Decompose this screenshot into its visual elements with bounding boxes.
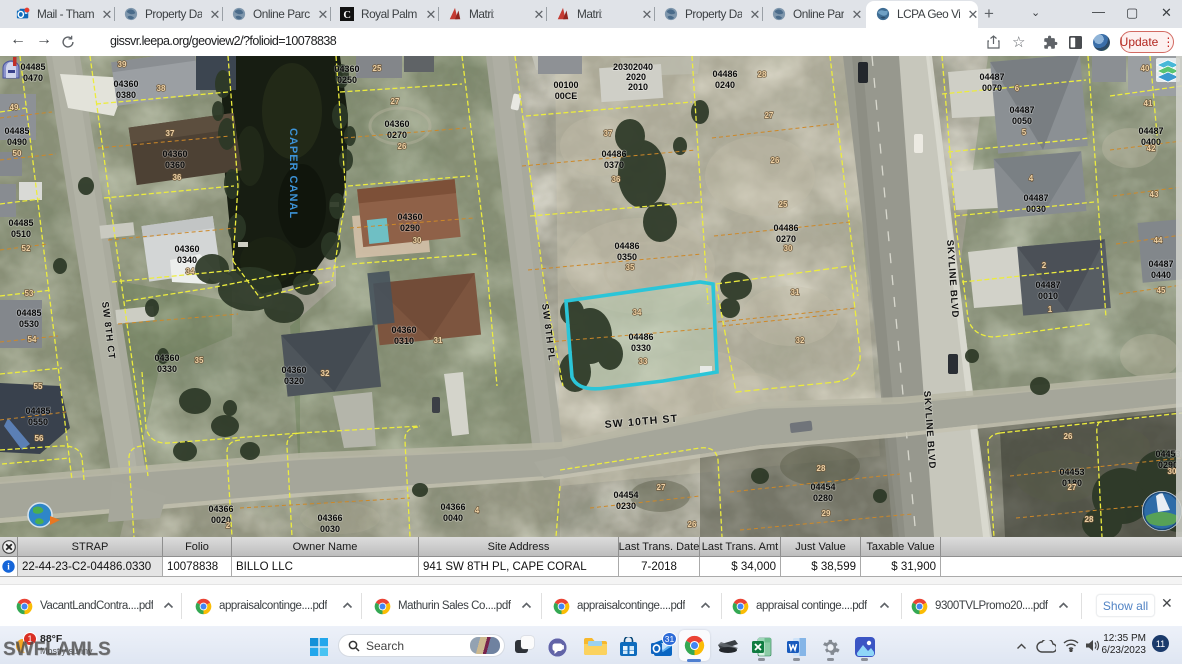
svg-text:044870030: 044870030 — [1023, 193, 1048, 214]
svg-text:28: 28 — [758, 70, 767, 79]
svg-text:2: 2 — [1042, 261, 1047, 270]
svg-text:34: 34 — [633, 308, 642, 317]
svg-text:55: 55 — [34, 382, 43, 391]
svg-text:36: 36 — [612, 175, 621, 184]
svg-text:043660040: 043660040 — [440, 502, 465, 523]
svg-text:4: 4 — [475, 506, 480, 515]
svg-text:27: 27 — [765, 111, 774, 120]
svg-text:45: 45 — [1157, 286, 1166, 295]
svg-text:044870440: 044870440 — [1148, 259, 1173, 280]
svg-text:044860350: 044860350 — [614, 241, 639, 262]
svg-text:49: 49 — [10, 103, 19, 112]
svg-text:043600340: 043600340 — [174, 244, 199, 265]
svg-text:29: 29 — [822, 509, 831, 518]
svg-text:044540230: 044540230 — [613, 490, 638, 511]
svg-text:41: 41 — [1144, 99, 1153, 108]
svg-text:C: C — [343, 10, 350, 21]
svg-text:35: 35 — [195, 356, 204, 365]
svg-text:26: 26 — [398, 142, 407, 151]
svg-text:31: 31 — [791, 288, 800, 297]
svg-text:54: 54 — [28, 335, 37, 344]
svg-text:044850510: 044850510 — [8, 218, 33, 239]
svg-text:35: 35 — [626, 263, 635, 272]
svg-text:043600360: 043600360 — [162, 149, 187, 170]
svg-text:30: 30 — [784, 244, 793, 253]
svg-text:37: 37 — [604, 129, 613, 138]
svg-text:044860240: 044860240 — [712, 69, 737, 90]
svg-text:1: 1 — [1048, 305, 1053, 314]
svg-text:50: 50 — [13, 149, 22, 158]
svg-text:6: 6 — [1015, 84, 1020, 93]
svg-text:043660030: 043660030 — [317, 513, 342, 534]
svg-text:27: 27 — [657, 483, 666, 492]
svg-text:043600330: 043600330 — [154, 353, 179, 374]
svg-text:33: 33 — [639, 357, 648, 366]
svg-text:2: 2 — [226, 521, 231, 530]
svg-text:044870070: 044870070 — [979, 72, 1004, 93]
svg-text:044870050: 044870050 — [1009, 105, 1034, 126]
svg-text:043600250: 043600250 — [334, 64, 359, 85]
svg-text:38: 38 — [157, 84, 166, 93]
svg-text:CAPER CANAL: CAPER CANAL — [287, 128, 299, 219]
svg-text:42: 42 — [1147, 144, 1156, 153]
svg-text:27: 27 — [391, 97, 400, 106]
svg-text:30: 30 — [1168, 467, 1177, 476]
svg-text:26: 26 — [771, 156, 780, 165]
svg-text:25: 25 — [779, 200, 788, 209]
svg-text:044860330: 044860330 — [628, 332, 653, 353]
svg-text:044850550: 044850550 — [25, 406, 50, 427]
svg-text:043600320: 043600320 — [281, 365, 306, 386]
svg-text:044850530: 044850530 — [16, 308, 41, 329]
svg-text:0010000CE: 0010000CE — [553, 80, 578, 101]
svg-text:43: 43 — [1150, 190, 1159, 199]
svg-text:5: 5 — [1022, 128, 1027, 137]
svg-text:36: 36 — [173, 173, 182, 182]
svg-text:30: 30 — [413, 236, 422, 245]
svg-text:044850490: 044850490 — [4, 126, 29, 147]
svg-text:043600270: 043600270 — [384, 119, 409, 140]
svg-text:31: 31 — [434, 336, 443, 345]
svg-text:26: 26 — [688, 520, 697, 529]
svg-text:44: 44 — [1154, 236, 1163, 245]
svg-text:37: 37 — [166, 129, 175, 138]
svg-text:26: 26 — [1064, 432, 1073, 441]
svg-text:32: 32 — [321, 369, 330, 378]
svg-text:043600290: 043600290 — [397, 212, 422, 233]
svg-text:52: 52 — [22, 244, 31, 253]
svg-text:25: 25 — [373, 64, 382, 73]
svg-text:043600380: 043600380 — [113, 79, 138, 100]
svg-text:044860270: 044860270 — [773, 223, 798, 244]
svg-text:28: 28 — [817, 464, 826, 473]
svg-text:044860370: 044860370 — [601, 149, 626, 170]
svg-text:39: 39 — [118, 60, 127, 69]
svg-text:4: 4 — [1029, 174, 1034, 183]
svg-text:044850470: 044850470 — [20, 62, 45, 83]
svg-text:044540280: 044540280 — [810, 482, 835, 503]
svg-text:044870010: 044870010 — [1035, 280, 1060, 301]
svg-text:28: 28 — [1085, 515, 1094, 524]
svg-text:40: 40 — [1141, 64, 1150, 73]
svg-text:27: 27 — [1068, 483, 1077, 492]
svg-text:34: 34 — [186, 267, 195, 276]
svg-text:043600310: 043600310 — [391, 325, 416, 346]
svg-text:56: 56 — [35, 434, 44, 443]
svg-text:32: 32 — [796, 336, 805, 345]
svg-text:53: 53 — [25, 289, 34, 298]
